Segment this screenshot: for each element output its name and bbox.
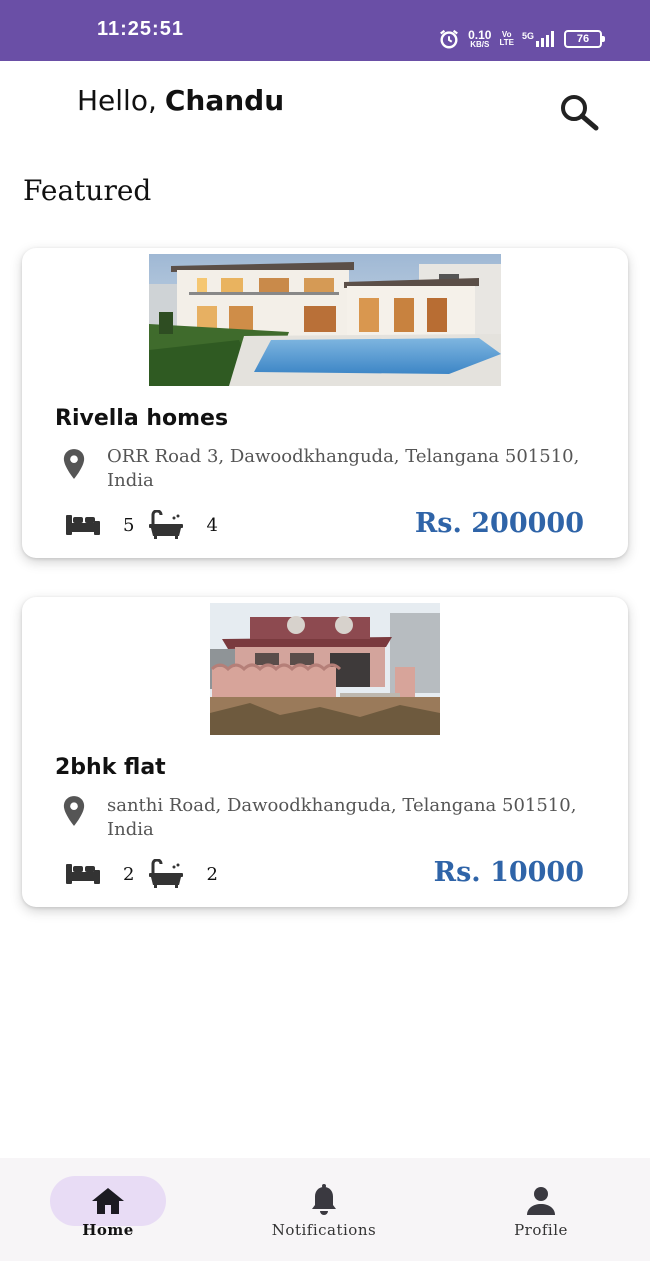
volte-indicator: Vo LTE: [499, 31, 514, 47]
nav-label-notifications: Notifications: [271, 1221, 377, 1239]
nav-label-home: Home: [82, 1221, 134, 1239]
greeting-text: Hello,: [77, 84, 157, 117]
bathroom-count: 4: [206, 514, 218, 536]
section-title: Featured: [23, 174, 152, 207]
listing-title: Rivella homes: [55, 406, 229, 431]
bathroom-count: 2: [206, 863, 218, 885]
person-icon: [527, 1187, 555, 1215]
bed-icon: [66, 515, 100, 535]
location-pin-icon: [63, 796, 85, 826]
signal-bars-icon: [536, 31, 554, 47]
bed-icon: [66, 864, 100, 884]
nav-active-indicator: [50, 1176, 166, 1226]
bell-icon: [312, 1184, 336, 1215]
listing-features: 2 2: [65, 859, 232, 889]
signal-indicator: 5G: [522, 31, 556, 47]
net-speed-unit: KB/S: [470, 40, 490, 49]
listing-image: [149, 254, 501, 386]
bathtub-icon: [149, 510, 184, 539]
listing-card[interactable]: 2bhk flat santhi Road, Dawoodkhanguda, T…: [22, 597, 628, 907]
battery-indicator: 76: [564, 30, 605, 48]
bedroom-count: 2: [123, 863, 135, 885]
nav-icon-container: [483, 1176, 599, 1226]
search-button[interactable]: [556, 92, 602, 132]
volte-bottom: LTE: [499, 38, 514, 47]
net-speed: 0.10 KB/S: [468, 29, 491, 49]
search-icon: [561, 95, 599, 131]
bathtub-icon: [149, 859, 184, 888]
home-icon: [92, 1188, 124, 1214]
status-icons: 0.10 KB/S Vo LTE 5G 76: [438, 25, 605, 53]
listing-title: 2bhk flat: [55, 755, 166, 780]
network-type: 5G: [521, 31, 534, 41]
status-bar: 11:25:51 0.10 KB/S Vo LTE 5G 76: [0, 0, 650, 61]
status-time: 11:25:51: [97, 18, 184, 40]
listing-price: Rs. 200000: [414, 508, 584, 539]
alarm-icon: [440, 29, 459, 49]
nav-label-profile: Profile: [514, 1221, 568, 1239]
bedroom-count: 5: [123, 514, 135, 536]
nav-item-notifications[interactable]: Notifications: [258, 1158, 390, 1261]
greeting: Hello, Chandu: [77, 84, 284, 117]
listing-address: ORR Road 3, Dawoodkhanguda, Telangana 50…: [107, 446, 580, 491]
bottom-navigation: Home Notifications Profile: [0, 1158, 650, 1261]
user-name: Chandu: [164, 84, 285, 117]
location-pin-icon: [63, 449, 85, 479]
listing-address: santhi Road, Dawoodkhanguda, Telangana 5…: [107, 795, 577, 840]
listing-card[interactable]: Rivella homes ORR Road 3, Dawoodkhanguda…: [22, 248, 628, 558]
nav-item-profile[interactable]: Profile: [483, 1158, 599, 1261]
nav-item-home[interactable]: Home: [50, 1158, 166, 1261]
listing-image: [210, 603, 440, 735]
listing-features: 5 4: [65, 510, 232, 540]
listing-price: Rs. 10000: [433, 857, 584, 888]
nav-icon-container: [266, 1176, 382, 1226]
